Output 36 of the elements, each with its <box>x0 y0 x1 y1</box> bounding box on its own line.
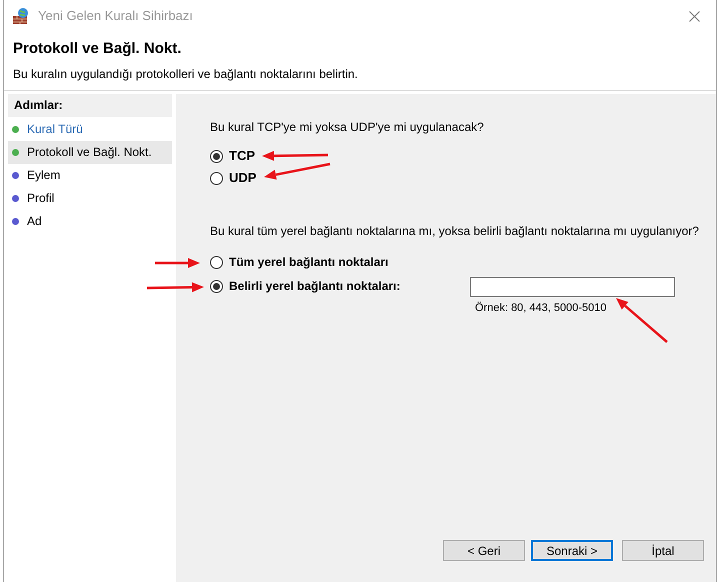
steps-heading: Adımlar: <box>8 94 172 116</box>
example-hint: Örnek: 80, 443, 5000-5010 <box>475 300 608 316</box>
page-title: Protokoll ve Bağl. Nokt. <box>13 39 182 59</box>
step-item[interactable]: Kural Türü <box>8 118 172 140</box>
annotation-arrow <box>155 258 200 268</box>
step-label: Kural Türü <box>27 121 83 138</box>
wizard-button[interactable]: Sonraki > <box>531 540 613 561</box>
step-item[interactable]: Profil <box>8 186 172 210</box>
radio-label: Belirli yerel bağlantı noktaları: <box>229 278 400 295</box>
close-icon[interactable] <box>689 10 700 22</box>
page-subtitle: Bu kuralın uygulandığı protokolleri ve bağlantı noktalarını belirtin. <box>13 66 359 82</box>
annotation-arrow <box>616 298 668 343</box>
radio-button[interactable] <box>210 280 223 292</box>
protocol-question: Bu kural TCP'ye mi yoksa UDP'ye mi uygulanacak? <box>210 118 485 136</box>
radio-button[interactable] <box>210 150 223 162</box>
radio-label: TCP <box>229 147 255 166</box>
wizard-button[interactable]: İptal <box>622 540 704 561</box>
radio-label: Tüm yerel bağlantı noktaları <box>229 254 388 271</box>
step-item[interactable]: Eylem <box>8 164 172 186</box>
step-item[interactable]: Protokoll ve Bağl. Nokt. <box>8 140 172 164</box>
annotation-arrow <box>264 162 330 180</box>
step-label: Ad <box>27 213 42 230</box>
radio-label: UDP <box>229 169 256 188</box>
radio-button[interactable] <box>210 256 223 268</box>
annotation-arrow <box>146 282 204 292</box>
step-item[interactable]: Ad <box>8 210 172 232</box>
step-label: Eylem <box>27 167 60 184</box>
step-label: Profil <box>27 190 54 207</box>
step-label: Protokoll ve Bağl. Nokt. <box>27 144 152 161</box>
ports-field[interactable] <box>470 276 675 296</box>
firewall-icon <box>12 7 30 25</box>
window-title: Yeni Gelen Kuralı Sihirbazı <box>38 7 193 26</box>
ports-question: Bu kural tüm yerel bağlantı noktalarına mı, yoksa belirli bağlantı noktalarına mı uygulanıyor? <box>210 222 700 240</box>
radio-button[interactable] <box>210 172 223 184</box>
annotation-arrow <box>262 150 328 161</box>
wizard-button[interactable]: < Geri <box>443 540 525 561</box>
